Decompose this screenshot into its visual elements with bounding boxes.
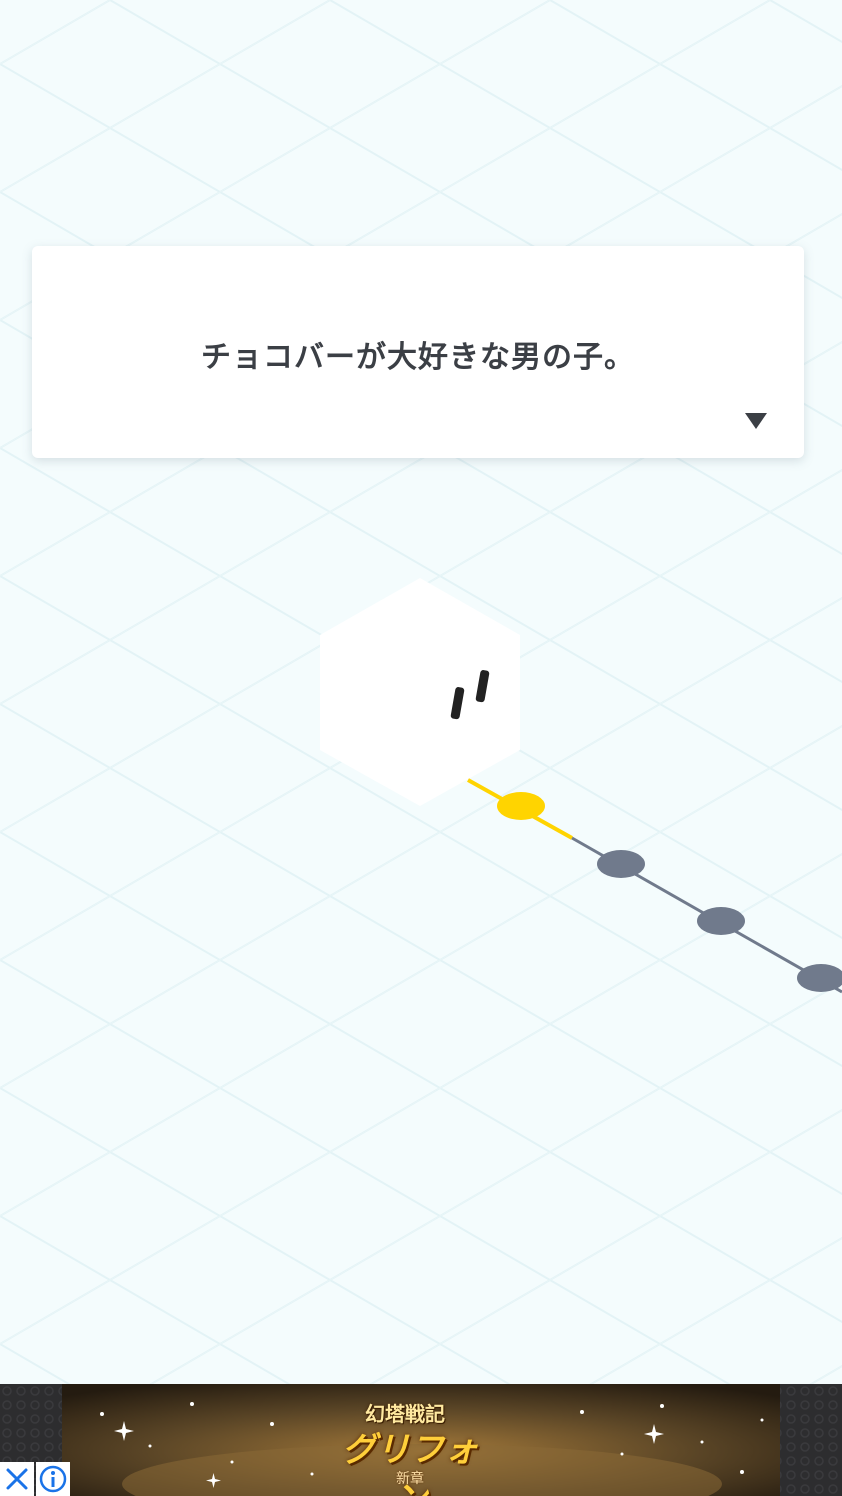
triangle-down-icon[interactable]	[742, 410, 770, 432]
info-icon[interactable]	[36, 1462, 70, 1496]
character[interactable]	[320, 578, 520, 806]
close-icon[interactable]	[0, 1462, 34, 1496]
dialog-box[interactable]: チョコバーが大好きな男の子。	[32, 246, 804, 458]
game-scene	[320, 578, 842, 994]
path-node[interactable]	[597, 850, 645, 878]
ad-banner[interactable]: 幻塔戦記 グリフォン 新章	[0, 1384, 842, 1496]
path-node[interactable]	[797, 964, 842, 992]
path-node-current[interactable]	[497, 792, 545, 820]
ad-subtitle: 新章	[396, 1471, 424, 1487]
path-node[interactable]	[697, 907, 745, 935]
dialog-text: チョコバーが大好きな男の子。	[201, 340, 635, 375]
